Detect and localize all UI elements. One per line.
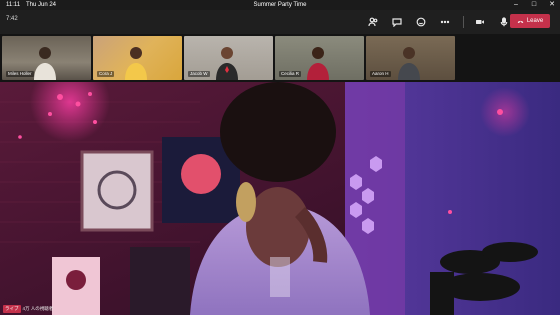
leave-button[interactable]: Leave xyxy=(510,14,550,28)
close-icon[interactable]: ✕ xyxy=(548,0,556,10)
participant-tile[interactable]: Cecilia R xyxy=(275,36,364,80)
participant-video xyxy=(125,47,147,80)
participant-tile[interactable]: Aaron H xyxy=(366,36,455,80)
participant-name: Jacob W xyxy=(188,71,210,77)
os-title-bar: 11:11 Thu Jun 24 Summer Party Time – □ ✕ xyxy=(0,0,560,10)
participant-tile[interactable]: Jacob W xyxy=(184,36,273,80)
mic-icon[interactable] xyxy=(498,16,510,28)
maximize-icon[interactable]: □ xyxy=(530,0,538,10)
participant-video xyxy=(398,47,420,80)
participant-name: Cecilia R xyxy=(279,71,302,77)
phone-hangup-icon xyxy=(517,20,524,23)
camera-icon[interactable] xyxy=(474,16,486,28)
meeting-toolbar: 7:42 Leave xyxy=(0,10,560,34)
live-caption: ライブ 4万 人の視聴者 xyxy=(3,305,53,313)
participant-name: Cora J xyxy=(97,71,115,77)
reactions-icon[interactable] xyxy=(415,16,427,28)
window-title: Summer Party Time xyxy=(253,2,307,8)
participant-tile[interactable]: Cora J xyxy=(93,36,182,80)
leave-label: Leave xyxy=(526,18,544,24)
minimize-icon[interactable]: – xyxy=(512,0,520,10)
meeting-timer: 7:42 xyxy=(6,16,18,22)
more-icon[interactable] xyxy=(439,16,451,28)
participant-tile[interactable]: Miles Holler xyxy=(2,36,91,80)
main-video[interactable]: ライブ 4万 人の視聴者 xyxy=(0,82,560,315)
viewer-count: 4万 人の視聴者 xyxy=(22,306,54,311)
live-badge: ライブ xyxy=(3,305,21,313)
participant-strip: Miles Holler Cora J Jacob W Cecilia R Aa… xyxy=(0,34,560,82)
participant-name: Aaron H xyxy=(370,71,391,77)
toolbar-divider xyxy=(463,16,464,28)
participant-video xyxy=(307,47,329,80)
window-controls: – □ ✕ xyxy=(512,0,556,10)
participant-name: Miles Holler xyxy=(6,71,34,77)
people-icon[interactable] xyxy=(367,16,379,28)
participant-video xyxy=(34,47,56,80)
speaker-video xyxy=(0,82,560,315)
participant-video xyxy=(216,47,238,80)
chat-icon[interactable] xyxy=(391,16,403,28)
